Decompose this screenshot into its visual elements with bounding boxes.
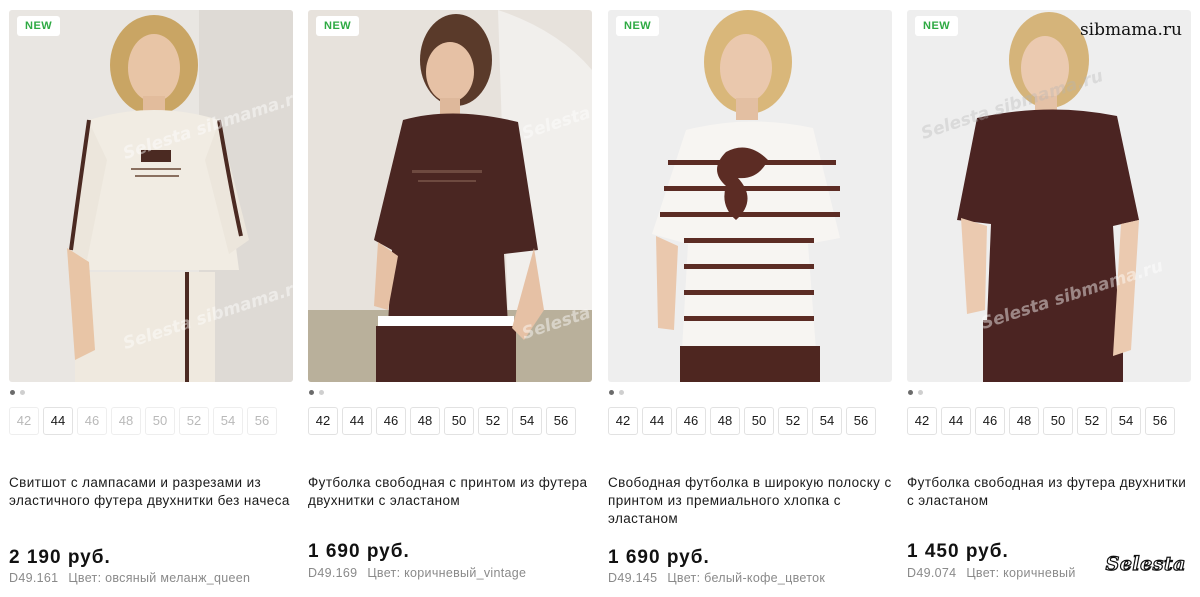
product-title[interactable]: Свитшот с лампасами и разрезами из эласт… <box>9 474 293 510</box>
size-option[interactable]: 42 <box>907 407 937 435</box>
product-color: Цвет: белый-кофе_цветок <box>667 571 826 585</box>
size-option[interactable]: 46 <box>975 407 1005 435</box>
size-option[interactable]: 42 <box>308 407 338 435</box>
size-option[interactable]: 54 <box>213 407 243 435</box>
size-option[interactable]: 46 <box>676 407 706 435</box>
product-sku: D49.145 <box>608 571 658 585</box>
size-selector: 42 44 46 48 50 52 54 56 <box>9 407 277 435</box>
photo-woman-brown-tshirt-plain <box>907 10 1191 382</box>
new-badge: NEW <box>616 16 660 36</box>
site-watermark: sibmama.ru <box>1079 20 1182 40</box>
size-option[interactable]: 56 <box>846 407 876 435</box>
product-photo[interactable]: NEW <box>608 10 892 382</box>
size-option[interactable]: 46 <box>77 407 107 435</box>
carousel-dot[interactable] <box>20 390 25 395</box>
product-sku: D49.169 <box>308 566 358 580</box>
product-meta: D49.161 Цвет: овсяный меланж_queen <box>9 571 250 585</box>
carousel-dot[interactable] <box>309 390 314 395</box>
size-option[interactable]: 50 <box>444 407 474 435</box>
product-meta: D49.145 Цвет: белый-кофе_цветок <box>608 571 825 585</box>
size-option[interactable]: 48 <box>111 407 141 435</box>
product-price: 1 690 руб. <box>308 541 410 562</box>
size-option[interactable]: 50 <box>1043 407 1073 435</box>
size-option[interactable]: 44 <box>43 407 73 435</box>
size-option[interactable]: 54 <box>1111 407 1141 435</box>
size-option[interactable]: 42 <box>608 407 638 435</box>
image-carousel-dots <box>609 390 624 396</box>
new-badge: NEW <box>316 16 360 36</box>
product-price: 1 690 руб. <box>608 547 710 568</box>
carousel-dot[interactable] <box>609 390 614 395</box>
size-option[interactable]: 48 <box>710 407 740 435</box>
size-option[interactable]: 42 <box>9 407 39 435</box>
photo-woman-oatmeal-sweatshirt <box>9 10 293 382</box>
product-title[interactable]: Футболка свободная из футера двухнитки с… <box>907 474 1191 510</box>
size-selector: 42 44 46 48 50 52 54 56 <box>308 407 576 435</box>
product-photo[interactable]: NEW Selesta sibmama.ru Selesta sibmama.r… <box>9 10 293 382</box>
carousel-dot[interactable] <box>619 390 624 395</box>
carousel-dot[interactable] <box>319 390 324 395</box>
product-price: 2 190 руб. <box>9 547 111 568</box>
size-selector: 42 44 46 48 50 52 54 56 <box>608 407 876 435</box>
carousel-dot[interactable] <box>918 390 923 395</box>
product-card[interactable]: NEW Selesta sibmama.ru Selesta sibmama.r… <box>907 10 1191 597</box>
size-option[interactable]: 46 <box>376 407 406 435</box>
size-option[interactable]: 50 <box>744 407 774 435</box>
size-option[interactable]: 52 <box>778 407 808 435</box>
size-option[interactable]: 48 <box>1009 407 1039 435</box>
image-carousel-dots <box>10 390 25 396</box>
product-title[interactable]: Свободная футболка в широкую полоску с п… <box>608 474 892 528</box>
product-photo[interactable]: NEW Selesta sibmama.ru Selesta sibmama.r… <box>308 10 592 382</box>
product-price: 1 450 руб. <box>907 541 1009 562</box>
size-option[interactable]: 44 <box>941 407 971 435</box>
product-title[interactable]: Футболка свободная с принтом из футера д… <box>308 474 592 510</box>
product-sku: D49.161 <box>9 571 59 585</box>
size-option[interactable]: 52 <box>1077 407 1107 435</box>
product-sku: D49.074 <box>907 566 957 580</box>
new-badge: NEW <box>915 16 959 36</box>
product-card[interactable]: NEW Selesta sibmama.ru Selesta sibmama.r… <box>9 10 293 597</box>
size-option[interactable]: 52 <box>478 407 508 435</box>
product-meta: D49.074 Цвет: коричневый <box>907 566 1076 580</box>
product-photo[interactable]: NEW Selesta sibmama.ru Selesta sibmama.r… <box>907 10 1191 382</box>
size-option[interactable]: 52 <box>179 407 209 435</box>
size-selector: 42 44 46 48 50 52 54 56 <box>907 407 1175 435</box>
size-option[interactable]: 56 <box>546 407 576 435</box>
product-meta: D49.169 Цвет: коричневый_vintage <box>308 566 526 580</box>
size-option[interactable]: 44 <box>642 407 672 435</box>
size-option[interactable]: 50 <box>145 407 175 435</box>
photo-woman-striped-tshirt <box>608 10 892 382</box>
product-color: Цвет: коричневый_vintage <box>367 566 527 580</box>
new-badge: NEW <box>17 16 61 36</box>
brand-watermark: Selesta <box>1105 552 1186 575</box>
size-option[interactable]: 54 <box>512 407 542 435</box>
product-card[interactable]: NEW 42 44 46 48 50 52 54 56 Свободная фу… <box>608 10 892 597</box>
photo-woman-brown-tshirt <box>308 10 592 382</box>
size-option[interactable]: 54 <box>812 407 842 435</box>
image-carousel-dots <box>908 390 923 396</box>
image-carousel-dots <box>309 390 324 396</box>
product-grid: NEW Selesta sibmama.ru Selesta sibmama.r… <box>9 10 1191 597</box>
size-option[interactable]: 44 <box>342 407 372 435</box>
size-option[interactable]: 56 <box>1145 407 1175 435</box>
carousel-dot[interactable] <box>908 390 913 395</box>
product-card[interactable]: NEW Selesta sibmama.ru Selesta sibmama.r… <box>308 10 592 597</box>
size-option[interactable]: 56 <box>247 407 277 435</box>
product-color: Цвет: коричневый <box>966 566 1076 580</box>
size-option[interactable]: 48 <box>410 407 440 435</box>
product-color: Цвет: овсяный меланж_queen <box>68 571 251 585</box>
carousel-dot[interactable] <box>10 390 15 395</box>
